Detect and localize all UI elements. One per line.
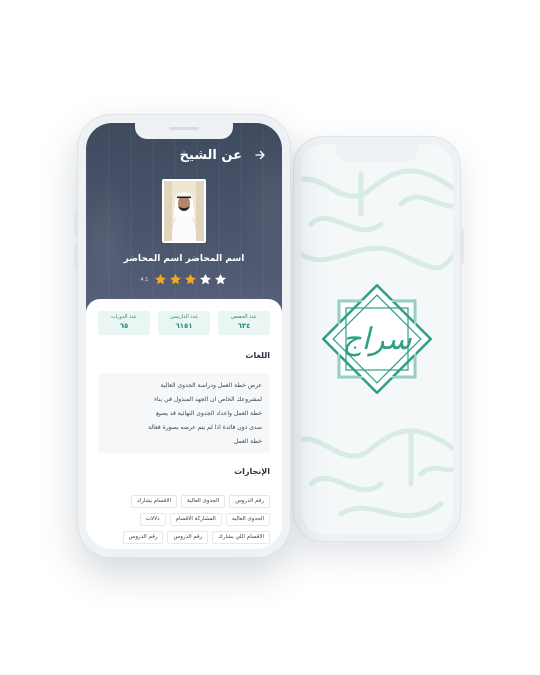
languages-heading: اللغات — [245, 351, 270, 360]
achievements-heading: الإنجازات — [234, 467, 270, 476]
logo-wordmark: سراج — [342, 322, 412, 357]
profile-header: عن الشيخ اسم المحاضر اسم المحاضر 4.1 — [86, 123, 282, 315]
arrow-right-icon[interactable] — [252, 147, 268, 163]
achievement-tag[interactable]: رقم الدروس — [229, 495, 270, 508]
page-title: عن الشيخ — [179, 147, 242, 163]
app-logo: سراج — [321, 283, 433, 395]
phone-notch — [336, 144, 418, 162]
star-filled-icon — [185, 273, 197, 285]
stat-lessons: عدد الحصص ٦٣٤ — [218, 311, 270, 335]
rating: 4.1 — [86, 273, 282, 286]
achievement-tag[interactable]: رقم الدروس — [122, 531, 164, 544]
volume-down-button — [74, 244, 77, 270]
volume-up-button — [74, 210, 77, 236]
profile-phone-mockup: عن الشيخ اسم المحاضر اسم المحاضر 4.1 عدد… — [74, 114, 291, 558]
stats-row: عدد الحصص ٦٣٤ عدد الدارسين ٦١٥١ عدد الدو… — [98, 311, 270, 335]
splash-screen: سراج — [301, 144, 453, 534]
power-button — [461, 228, 464, 264]
splash-phone-mockup: سراج — [293, 136, 464, 542]
stat-students: عدد الدارسين ٦١٥١ — [158, 311, 210, 335]
stat-courses: عدد الدورات ٦٥ — [98, 311, 150, 335]
bio-line: سدى دون فائدة اذا لم يتم عرضه بصورة فعال… — [148, 424, 262, 431]
star-filled-icon — [170, 273, 182, 285]
lecturer-photo — [164, 181, 204, 241]
bio-text: عرض خطة العمل ودراسة الجدوى العالية لمشر… — [98, 373, 270, 453]
rating-value: 4.1 — [140, 276, 149, 283]
profile-screen: عن الشيخ اسم المحاضر اسم المحاضر 4.1 عدد… — [86, 123, 282, 549]
phone-notch — [135, 123, 233, 139]
bio-line: عرض خطة العمل ودراسة الجدوى العالية — [160, 382, 263, 389]
lecturer-name: اسم المحاضر اسم المحاضر — [123, 254, 245, 264]
star-empty-icon — [215, 273, 227, 285]
achievement-tag[interactable]: رقم الدروس — [167, 531, 209, 544]
achievement-tag[interactable]: دلالات — [139, 513, 166, 526]
achievement-tag[interactable]: الاقسام اللي يشارك — [212, 531, 270, 544]
bio-line: لمشروعك الخاص ان الجهد المبذول في بناء — [154, 396, 262, 403]
star-filled-icon — [155, 273, 167, 285]
stat-label: عدد الدارسين — [169, 314, 199, 320]
achievement-tags: رقم الدروس الجدوى العالية الاقسام يشارك … — [98, 495, 270, 544]
stat-value: ٦٣٤ — [237, 322, 251, 330]
achievement-tag[interactable]: الجدوى العاليه — [225, 513, 270, 526]
bio-line: خطة العمل واعداد الجدوى النهائية قد يضيع — [156, 410, 262, 417]
profile-details: عدد الحصص ٦٣٤ عدد الدارسين ٦١٥١ عدد الدو… — [86, 299, 282, 549]
achievement-tag[interactable]: الجدوى العالية — [181, 495, 226, 508]
top-bar: عن الشيخ — [98, 145, 268, 165]
achievement-tag[interactable]: الاقسام يشارك — [130, 495, 178, 508]
star-empty-icon — [200, 273, 212, 285]
stat-value: ٦١٥١ — [175, 322, 193, 330]
lecturer-avatar — [162, 179, 206, 243]
stat-value: ٦٥ — [119, 322, 129, 330]
stat-label: عدد الدورات — [111, 314, 137, 320]
stat-label: عدد الحصص — [230, 314, 258, 320]
achievement-tag[interactable]: المشاركة الاقسام — [169, 513, 222, 526]
bio-line: خطة العمل — [233, 438, 262, 445]
